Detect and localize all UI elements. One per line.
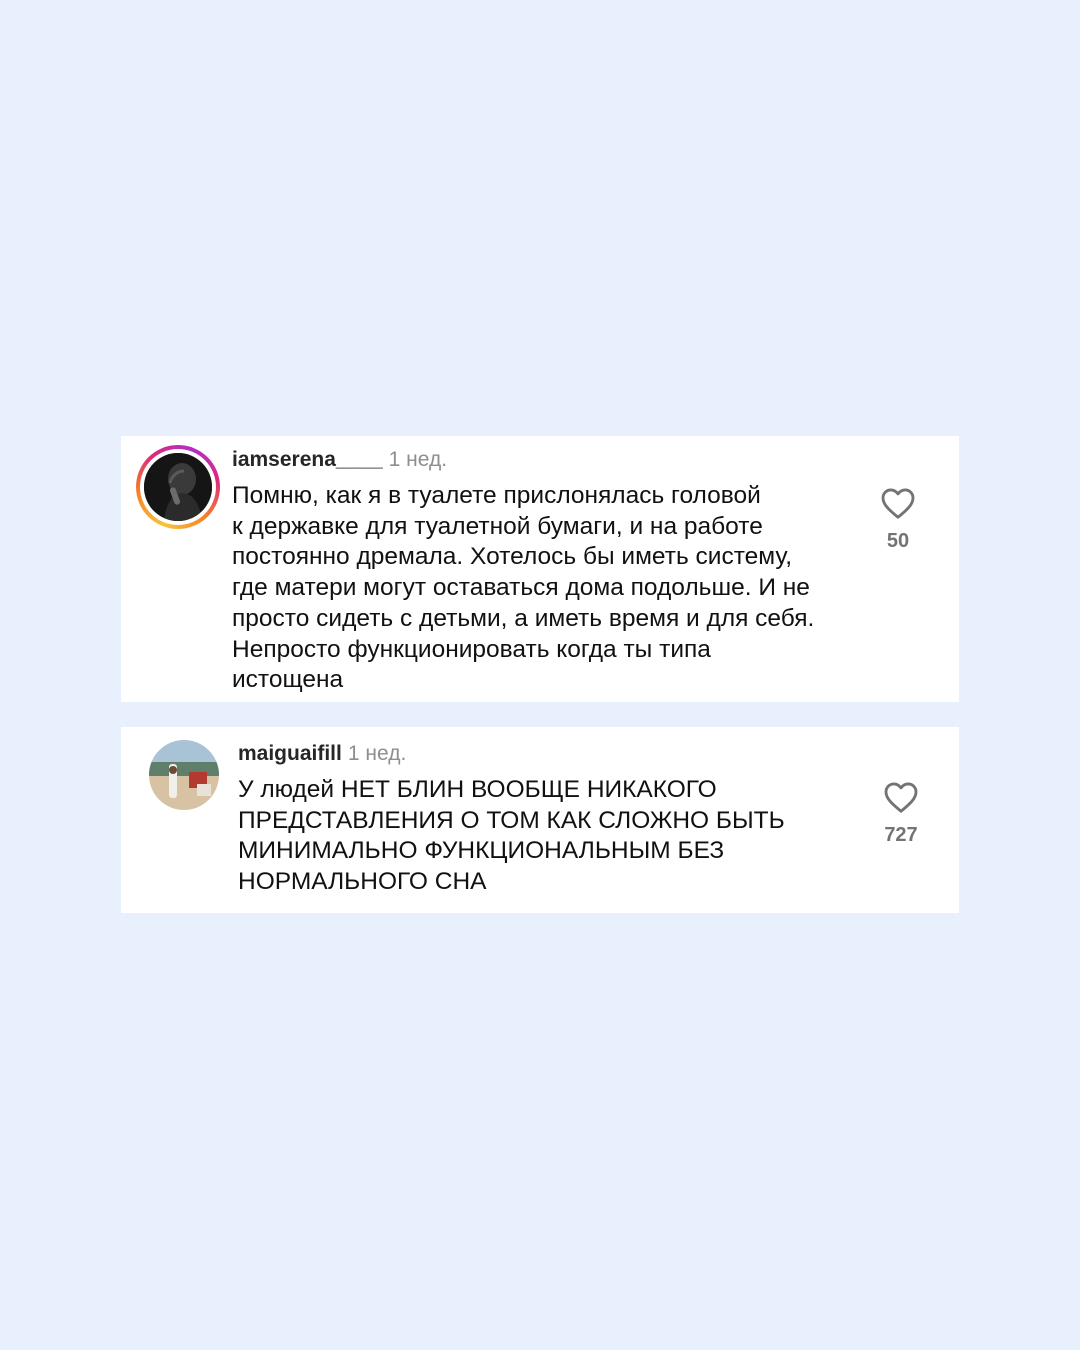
comment-text: Помню, как я в туалете прислонялась голо… [232, 481, 814, 696]
username[interactable]: maiguaifill [238, 742, 342, 765]
comment-card: maiguaifill 1 нед. У людей НЕТ БЛИН ВООБЩ… [121, 727, 959, 913]
comment-meta: maiguaifill 1 нед. [238, 742, 406, 766]
avatar[interactable] [149, 740, 219, 810]
comment-card: iamserena____ 1 нед. Помню, как я в туале… [121, 436, 959, 702]
like-count: 727 [884, 824, 918, 846]
username[interactable]: iamserena____ [232, 448, 383, 471]
comment-line: к державке для туалетной бумаги, и на ра… [232, 512, 763, 540]
avatar-photo [149, 740, 219, 810]
comment-line: ПРЕДСТАВЛЕНИЯ О ТОМ КАК СЛОЖНО БЫТЬ [238, 806, 785, 834]
timestamp: 1 нед. [388, 448, 448, 471]
comment-text: У людей НЕТ БЛИН ВООБЩЕ НИКАКОГО ПРЕДСТА… [238, 775, 785, 898]
comment-line: просто сидеть с детьми, а иметь время и … [232, 604, 815, 632]
comment-line: Непросто функционировать когда ты типа [232, 635, 711, 663]
comment-line: где матери могут оставаться дома подольш… [232, 574, 810, 602]
comment-line: Помню, как я в туалете прислонялась голо… [232, 482, 761, 509]
like-count: 50 [886, 530, 910, 552]
comment-line: истощена [232, 666, 344, 694]
like-control: 50 [868, 486, 928, 553]
like-control: 727 [871, 780, 931, 847]
heart-outline-icon[interactable] [880, 486, 916, 520]
heart-outline-icon[interactable] [883, 780, 919, 814]
comment-meta: iamserena____ 1 нед. [232, 448, 447, 472]
avatar[interactable] [136, 445, 220, 529]
comment-line: У людей НЕТ БЛИН ВООБЩЕ НИКАКОГО [238, 776, 717, 803]
comment-line: МИНИМАЛЬНО ФУНКЦИОНАЛЬНЫМ БЕЗ [238, 837, 725, 865]
comment-line: постоянно дремала. Хотелось бы иметь сис… [232, 543, 793, 571]
timestamp: 1 нед. [347, 742, 407, 765]
avatar-photo [144, 453, 212, 521]
comment-line: НОРМАЛЬНОГО СНА [238, 868, 487, 896]
